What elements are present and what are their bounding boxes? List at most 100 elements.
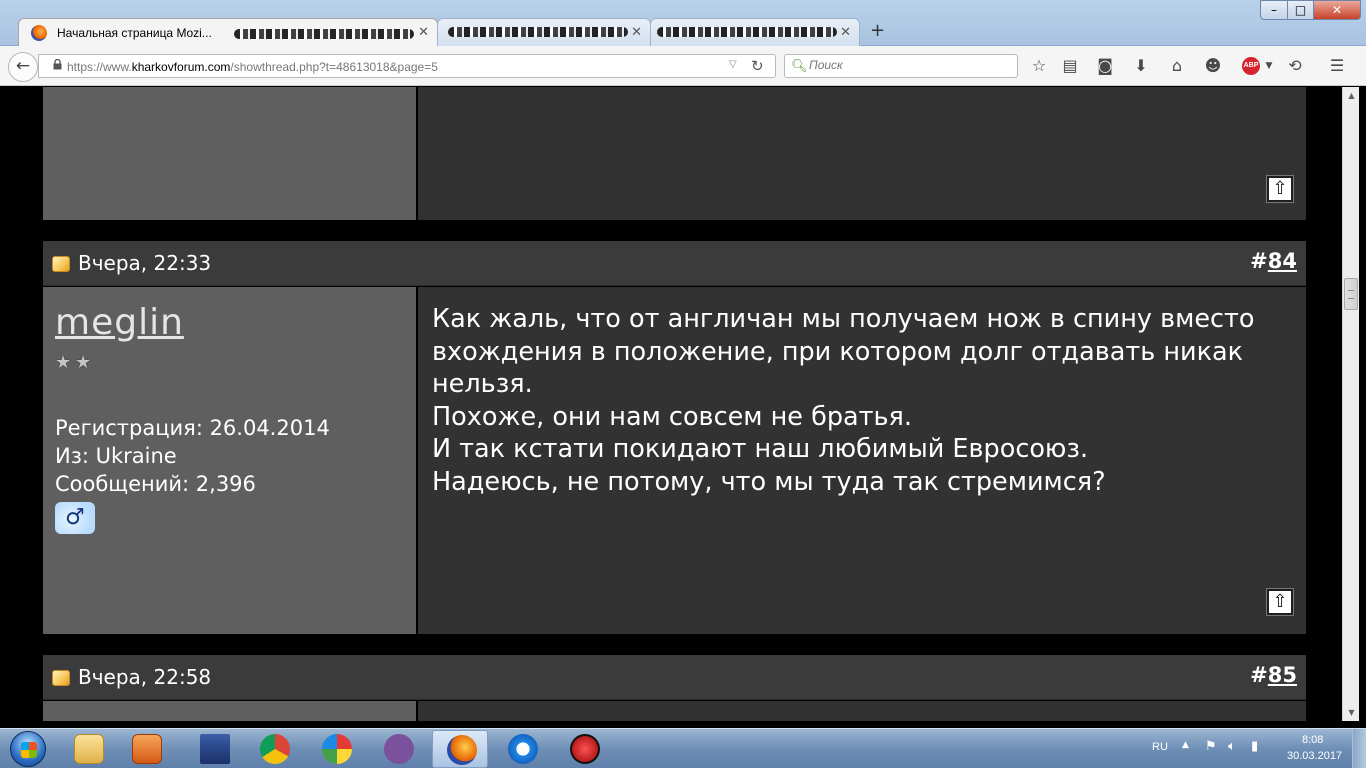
clock-time[interactable]: 8:08 [1302, 734, 1323, 746]
scroll-down-icon[interactable]: ▼ [1343, 704, 1360, 721]
reading-list-icon[interactable]: ▤ [1059, 55, 1081, 77]
close-tab-icon[interactable]: ✕ [631, 24, 642, 40]
app-red-icon [570, 734, 600, 764]
tab-redacted-2[interactable]: ✕ [650, 18, 860, 46]
show-desktop-button[interactable] [1352, 729, 1366, 768]
post-date: Вчера, 22:33 [78, 251, 212, 275]
male-gender-icon: ♂ [55, 502, 95, 534]
windows-taskbar: RU ▲ ⚑ 🔈︎ ▮ 8:08 30.03.2017 [0, 728, 1366, 768]
taskbar-media-player[interactable] [118, 730, 174, 768]
post-number-link[interactable]: 84 [1268, 249, 1297, 273]
redaction-scribble [234, 29, 414, 39]
internet-explorer-icon [508, 734, 538, 764]
user-registration: Регистрация: 26.04.2014 [55, 416, 330, 440]
post-number: #85 [1250, 663, 1297, 687]
maximize-button[interactable]: □ [1287, 0, 1314, 20]
url-bar[interactable]: https://www.kharkovforum.com/showthread.… [38, 54, 776, 78]
back-to-top-button[interactable]: ⇧ [1266, 175, 1294, 203]
post-number: #84 [1250, 249, 1297, 273]
windows-logo-icon [10, 731, 46, 767]
back-to-top-button[interactable]: ⇧ [1266, 588, 1294, 616]
chrome-icon [260, 734, 290, 764]
search-input[interactable] [809, 58, 1009, 72]
post-text-line: вхождения в положение, при котором долг … [432, 336, 1244, 367]
app-icon [322, 734, 352, 764]
username-link[interactable]: meglin [55, 302, 184, 343]
post-text-line: Похоже, они нам совсем не братья. [432, 401, 912, 432]
close-tab-icon[interactable]: ✕ [418, 24, 429, 40]
minimize-button[interactable]: – [1260, 0, 1288, 20]
post-message: Как жаль, что от англичан мы получаем но… [432, 303, 1255, 498]
new-tab-button[interactable]: + [870, 20, 885, 41]
taskbar-internet-explorer[interactable] [494, 730, 550, 768]
search-bar[interactable]: 🔍︎ [784, 54, 1018, 78]
firefox-icon [447, 735, 477, 765]
home-icon[interactable]: ⌂ [1166, 55, 1188, 77]
start-button[interactable] [4, 729, 52, 768]
taskbar-viber[interactable] [370, 730, 426, 768]
prev-post-body-cell: ⇧ [418, 87, 1306, 220]
firefox-icon [31, 25, 47, 41]
search-icon[interactable]: 🔍︎ [791, 58, 808, 74]
pocket-icon[interactable]: ◙ [1094, 55, 1116, 77]
tab-redacted-1[interactable]: ✕ [437, 18, 651, 46]
arrow-up-icon: ⇧ [1272, 591, 1288, 612]
scrollbar-thumb[interactable] [1344, 278, 1358, 310]
vertical-scrollbar[interactable]: ▲ ▼ [1342, 87, 1359, 721]
user-message-count: Сообщений: 2,396 [55, 472, 256, 496]
navigation-toolbar: ← https://www.kharkovforum.com/showthrea… [0, 46, 1366, 86]
post-text-line: Надеюсь, не потому, что мы туда так стре… [432, 466, 1106, 497]
show-hidden-icons-icon[interactable]: ▲ [1182, 740, 1189, 750]
user-location: Из: Ukraine [55, 444, 177, 468]
scroll-up-icon[interactable]: ▲ [1343, 87, 1360, 104]
url-dropdown-icon[interactable]: ▽ [729, 59, 737, 70]
viber-icon [384, 734, 414, 764]
post-header: Вчера, 22:33 #84 [43, 241, 1306, 286]
redaction-scribble [657, 27, 837, 37]
chat-icon[interactable]: ☻ [1202, 55, 1224, 77]
taskbar-app-colorful[interactable] [308, 730, 364, 768]
reload-icon[interactable]: ↻ [751, 57, 764, 75]
url-text[interactable]: https://www.kharkovforum.com/showthread.… [67, 60, 438, 74]
post-icon [52, 256, 70, 272]
taskbar-app-red[interactable] [556, 730, 612, 768]
tab-mozilla-start[interactable]: Начальная страница Mozi... ✕ [18, 18, 438, 46]
taskbar-chrome[interactable] [246, 730, 302, 768]
star-icon: ★ [75, 352, 92, 373]
action-center-flag-icon[interactable]: ⚑ [1205, 739, 1217, 754]
taskbar-firefox[interactable] [432, 730, 488, 768]
volume-icon[interactable]: 🔈︎ [1228, 739, 1236, 754]
taskbar-save-app[interactable] [186, 730, 242, 768]
folder-icon [74, 734, 104, 764]
post-text-line: И так кстати покидают наш любимый Евросо… [432, 434, 1089, 464]
close-window-button[interactable]: ✕ [1313, 0, 1361, 20]
clock-date[interactable]: 30.03.2017 [1287, 750, 1342, 762]
next-post-body-cell [418, 701, 1306, 721]
star-icon: ★ [55, 352, 72, 373]
close-tab-icon[interactable]: ✕ [840, 24, 851, 40]
menu-icon[interactable]: ☰ [1326, 55, 1348, 77]
post-number-link[interactable]: 85 [1268, 663, 1297, 687]
post-text-line: Как жаль, что от англичан мы получаем но… [432, 304, 1255, 334]
post-date: Вчера, 22:58 [78, 665, 212, 689]
arrow-up-icon: ⇧ [1272, 178, 1288, 199]
prev-post-user-cell [43, 87, 416, 220]
bookmark-star-icon[interactable]: ☆ [1028, 55, 1050, 77]
post-body-cell: Как жаль, что от англичан мы получаем но… [418, 287, 1306, 634]
downloads-icon[interactable]: ⬇ [1130, 55, 1152, 77]
tab-title: Начальная страница Mozi... [57, 26, 212, 40]
back-button[interactable]: ← [8, 52, 38, 82]
user-rank-stars: ★ ★ [55, 353, 95, 373]
post-icon [52, 670, 70, 686]
post-user-cell: meglin ★ ★ Регистрация: 26.04.2014 Из: Uk… [43, 287, 416, 634]
floppy-disk-icon [200, 734, 230, 764]
browser-titlebar: Начальная страница Mozi... ✕ ✕ ✕ + – □ ✕ [0, 0, 1366, 46]
next-post-user-cell [43, 701, 416, 721]
media-player-icon [132, 734, 162, 764]
post-header: Вчера, 22:58 #85 [43, 655, 1306, 700]
chevron-down-icon[interactable]: ▼ [1258, 55, 1280, 77]
sync-icon[interactable]: ⟲ [1284, 55, 1306, 77]
network-icon[interactable]: ▮ [1251, 739, 1258, 754]
language-indicator[interactable]: RU [1152, 741, 1168, 753]
taskbar-explorer[interactable] [60, 730, 116, 768]
